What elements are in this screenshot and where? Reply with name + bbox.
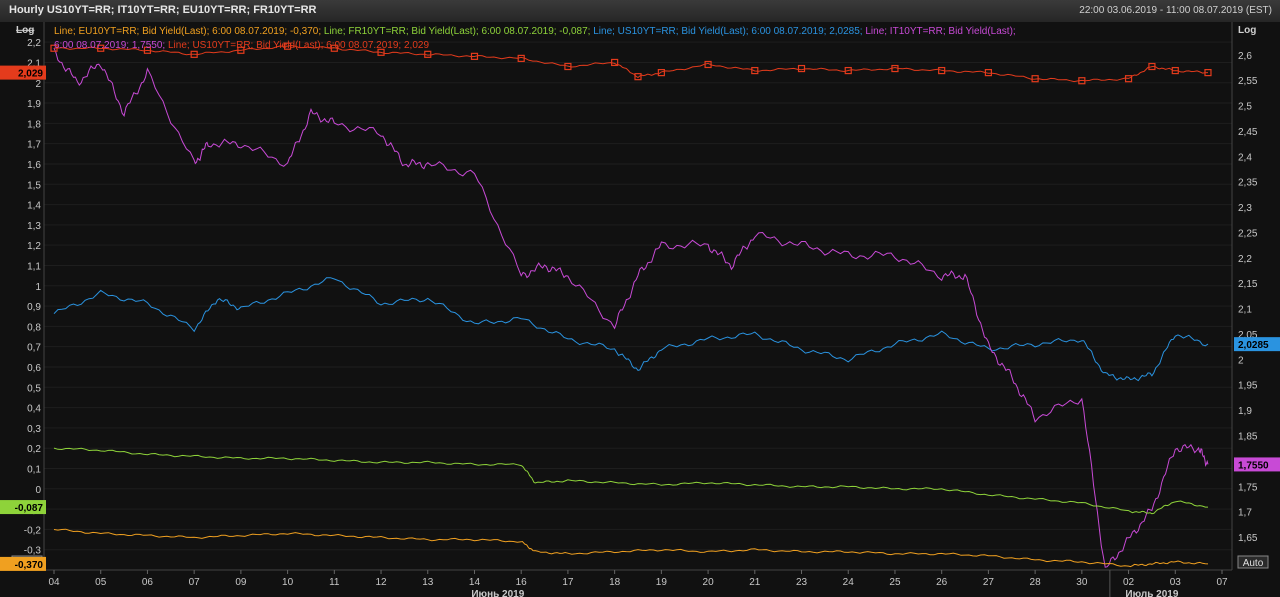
value-tag-label: -0,087 bbox=[15, 503, 44, 514]
left-tick-label: 1,6 bbox=[27, 160, 41, 171]
right-tick-label: 1,75 bbox=[1238, 482, 1258, 493]
x-tick-label: 09 bbox=[235, 577, 247, 588]
x-tick-label: 13 bbox=[422, 577, 434, 588]
x-tick-label: 03 bbox=[1170, 577, 1182, 588]
x-tick-label: 23 bbox=[796, 577, 808, 588]
left-tick-label: 1,9 bbox=[27, 99, 41, 110]
x-tick-label: 28 bbox=[1030, 577, 1042, 588]
x-tick-label: 11 bbox=[329, 577, 340, 588]
value-tag-label: 2,0285 bbox=[1238, 340, 1269, 351]
right-tick-label: 2,4 bbox=[1238, 152, 1252, 163]
right-scale-label: Log bbox=[1238, 25, 1256, 36]
left-tick-label: 1,8 bbox=[27, 119, 41, 130]
right-tick-label: 2 bbox=[1238, 355, 1244, 366]
legend-entry: Line; FR10YT=RR; Bid Yield(Last); 6:00 0… bbox=[324, 26, 593, 37]
left-tick-label: -0,3 bbox=[24, 546, 42, 557]
right-tick-label: 2,35 bbox=[1238, 178, 1258, 189]
right-tick-label: 1,65 bbox=[1238, 533, 1258, 544]
value-tag-label: 1,7550 bbox=[1238, 460, 1269, 471]
right-tick-label: 1,95 bbox=[1238, 381, 1258, 392]
left-scale-label: Log bbox=[16, 25, 34, 36]
x-tick-label: 26 bbox=[936, 577, 948, 588]
x-tick-label: 17 bbox=[562, 577, 574, 588]
right-auto-label: Auto bbox=[1243, 558, 1264, 569]
left-tick-label: 0,1 bbox=[27, 464, 41, 475]
x-month-label: Июль 2019 bbox=[1125, 589, 1178, 597]
left-tick-label: 0,3 bbox=[27, 424, 41, 435]
chart-title: Hourly US10YT=RR; IT10YT=RR; EU10YT=RR; … bbox=[9, 4, 317, 16]
x-tick-label: 25 bbox=[889, 577, 901, 588]
legend-entry: Line; EU10YT=RR; Bid Yield(Last); 6:00 0… bbox=[54, 26, 324, 37]
x-tick-label: 21 bbox=[749, 577, 761, 588]
legend-entry: 6:00 08.07.2019; 1,7550; bbox=[54, 40, 168, 51]
right-tick-label: 2,15 bbox=[1238, 279, 1258, 290]
left-tick-label: 1,5 bbox=[27, 180, 41, 191]
right-tick-label: 2,45 bbox=[1238, 127, 1258, 138]
legend-entry: Line; IT10YT=RR; Bid Yield(Last); bbox=[865, 26, 1015, 37]
left-tick-label: 0,5 bbox=[27, 383, 41, 394]
x-tick-label: 06 bbox=[142, 577, 154, 588]
left-tick-label: 2,2 bbox=[27, 38, 41, 49]
left-tick-label: 0 bbox=[35, 485, 41, 496]
right-tick-label: 2,3 bbox=[1238, 203, 1252, 214]
x-tick-label: 07 bbox=[189, 577, 201, 588]
x-tick-label: 20 bbox=[703, 577, 715, 588]
chart-area[interactable]: Log 2,2 2,1 2 1,9 1,8 1,7 1,6 1,5 1,4 1,3 1,2 1,1 1 0,… bbox=[0, 22, 1280, 597]
x-tick-label: 04 bbox=[48, 577, 60, 588]
right-tick-label: 2,6 bbox=[1238, 51, 1252, 62]
left-tick-label: 1 bbox=[35, 282, 41, 293]
right-tick-label: 1,85 bbox=[1238, 432, 1258, 443]
legend-entry: Line; US10YT=RR; Bid Yield(Last); 6:00 0… bbox=[168, 40, 429, 51]
legend-row-1: Line; EU10YT=RR; Bid Yield(Last); 6:00 0… bbox=[54, 26, 1016, 37]
x-month-label: Июнь 2019 bbox=[471, 589, 524, 597]
left-tick-label: 1,4 bbox=[27, 201, 41, 212]
x-tick-label: 30 bbox=[1076, 577, 1088, 588]
x-tick-label: 02 bbox=[1123, 577, 1135, 588]
left-tick-label: 0,6 bbox=[27, 363, 41, 374]
legend-row-2: 6:00 08.07.2019; 1,7550; Line; US10YT=RR… bbox=[54, 40, 429, 51]
left-tick-label: 1,2 bbox=[27, 241, 41, 252]
left-tick-label: 0,7 bbox=[27, 343, 41, 354]
title-bar: Hourly US10YT=RR; IT10YT=RR; EU10YT=RR; … bbox=[0, 0, 1280, 23]
left-tick-label: 1,1 bbox=[27, 261, 41, 272]
x-tick-label: 10 bbox=[282, 577, 294, 588]
x-tick-label: 12 bbox=[375, 577, 387, 588]
date-range: 22:00 03.06.2019 - 11:00 08.07.2019 (EST… bbox=[1079, 5, 1272, 16]
left-tick-label: 0,2 bbox=[27, 444, 41, 455]
right-tick-label: 2,1 bbox=[1238, 305, 1252, 316]
left-tick-label: 0,9 bbox=[27, 302, 41, 313]
x-tick-label: 27 bbox=[983, 577, 995, 588]
x-tick-label: 18 bbox=[609, 577, 621, 588]
value-tag-label: 2,029 bbox=[18, 69, 43, 80]
left-tick-label: 2 bbox=[35, 79, 41, 90]
right-tick-label: 2,55 bbox=[1238, 76, 1258, 87]
x-tick-label: 24 bbox=[843, 577, 855, 588]
left-tick-label: 1,7 bbox=[27, 140, 41, 151]
left-tick-label: 0,4 bbox=[27, 404, 41, 415]
left-tick-label: 0,8 bbox=[27, 322, 41, 333]
x-tick-label: 05 bbox=[95, 577, 107, 588]
value-tag-label: -0,370 bbox=[15, 560, 44, 571]
right-tick-label: 1,9 bbox=[1238, 406, 1252, 417]
right-tick-label: 2,5 bbox=[1238, 102, 1252, 113]
right-tick-label: 1,7 bbox=[1238, 508, 1252, 519]
legend-entry: Line; US10YT=RR; Bid Yield(Last); 6:00 0… bbox=[593, 26, 865, 37]
right-tick-label: 2,25 bbox=[1238, 228, 1258, 239]
right-tick-label: 2,2 bbox=[1238, 254, 1252, 265]
x-tick-label: 07 bbox=[1216, 577, 1228, 588]
left-tick-label: 1,3 bbox=[27, 221, 41, 232]
left-tick-label: -0,2 bbox=[24, 525, 42, 536]
x-tick-label: 19 bbox=[656, 577, 668, 588]
x-tick-label: 16 bbox=[516, 577, 528, 588]
x-tick-label: 14 bbox=[469, 577, 481, 588]
